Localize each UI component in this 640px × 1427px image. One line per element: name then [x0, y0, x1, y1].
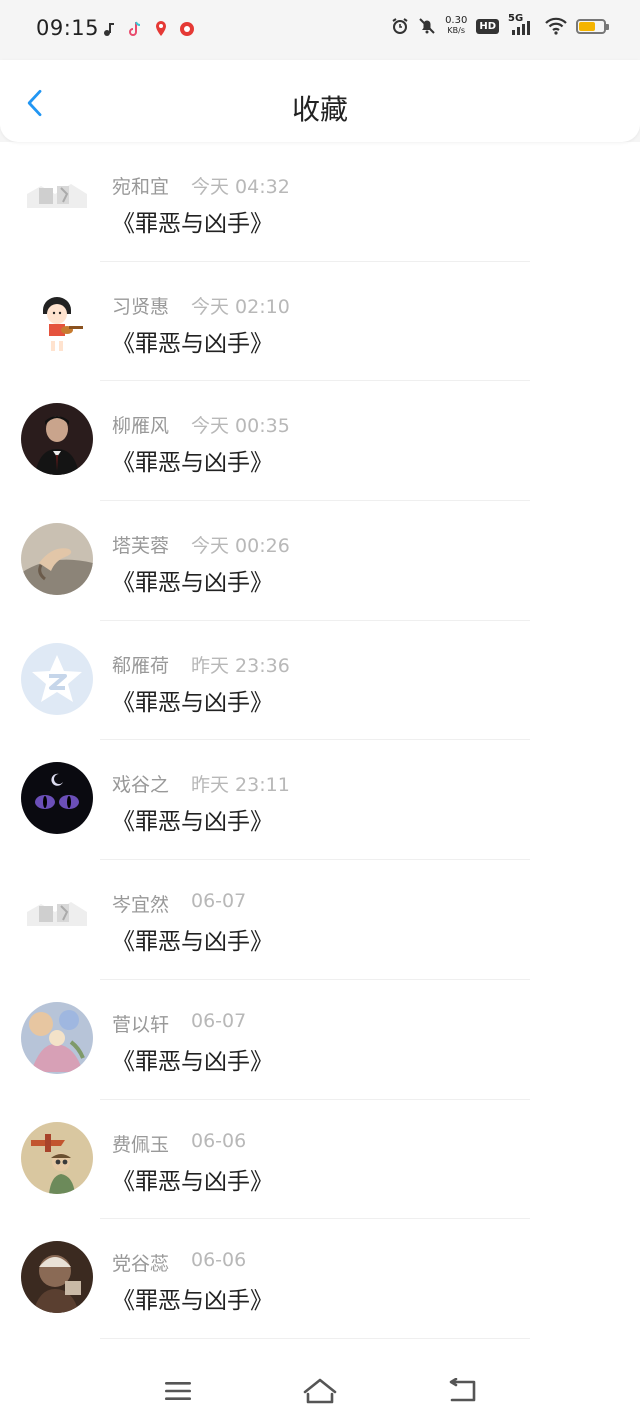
item-title[interactable]: 《罪恶与凶手》 [112, 204, 273, 238]
favorites-list: 宛和宜 今天 04:32 《罪恶与凶手》 习贤惠 今天 02:10 《罪恶与凶手… [0, 142, 640, 1339]
avatar[interactable] [21, 1001, 93, 1074]
item-time: 今天 00:26 [191, 535, 290, 558]
divider [100, 1337, 530, 1339]
colorful-art-avatar [21, 1001, 93, 1074]
user-name: 柳雁风 [112, 415, 170, 438]
map-pin-icon [156, 21, 166, 36]
menu-button[interactable] [158, 1371, 198, 1411]
list-item[interactable]: 塔芙蓉 今天 00:26 《罪恶与凶手》 [0, 501, 640, 621]
avatar[interactable] [21, 762, 93, 835]
item-title[interactable]: 《罪恶与凶手》 [112, 443, 273, 477]
bell-muted-icon [419, 18, 435, 34]
avatar[interactable] [21, 403, 93, 476]
item-time: 06-06 [191, 1129, 247, 1152]
item-title[interactable]: 《罪恶与凶手》 [112, 324, 273, 358]
avatar[interactable] [21, 1241, 93, 1314]
hd-badge: HD [476, 18, 499, 34]
status-time: 09:15 [36, 16, 100, 40]
signal-5g: 5G [508, 13, 536, 36]
back-nav-button[interactable] [442, 1371, 482, 1411]
broken-image-avatar [21, 164, 93, 236]
user-name: 习贤惠 [112, 295, 170, 318]
avatar[interactable] [21, 164, 93, 236]
list-item[interactable]: 菅以轩 06-07 《罪恶与凶手》 [0, 980, 640, 1100]
music-note-icon [104, 23, 114, 36]
tiktok-icon [129, 21, 141, 36]
app-badge-icon [180, 22, 194, 36]
item-time: 今天 04:32 [191, 176, 290, 198]
user-name: 郗雁荷 [112, 654, 170, 677]
list-item[interactable]: 戏谷之 昨天 23:11 《罪恶与凶手》 [0, 740, 640, 861]
qzone-star-avatar [21, 642, 93, 715]
avatar[interactable] [21, 642, 93, 715]
list-item[interactable]: 党谷蕊 06-06 《罪恶与凶手》 [0, 1219, 640, 1339]
list-item[interactable]: 宛和宜 今天 04:32 《罪恶与凶手》 [0, 142, 640, 262]
page-title: 收藏 [291, 93, 348, 126]
network-speed: 0.30 KB/s [445, 16, 467, 36]
notification-icons [100, 20, 196, 38]
item-time: 昨天 23:11 [191, 774, 290, 797]
item-title[interactable]: 《罪恶与凶手》 [112, 683, 273, 717]
system-nav-bar [0, 1355, 640, 1427]
user-name: 戏谷之 [112, 774, 170, 797]
cat-eyes-avatar [21, 762, 93, 835]
list-item[interactable]: 郗雁荷 昨天 23:36 《罪恶与凶手》 [0, 621, 640, 741]
net-speed-value: 0.30 [445, 15, 468, 26]
avatar[interactable] [21, 283, 93, 356]
user-name: 费佩玉 [112, 1133, 170, 1156]
list-item[interactable]: 岑宜然 06-07 《罪恶与凶手》 [0, 860, 640, 980]
sepia-photo-avatar [21, 1241, 93, 1314]
item-title[interactable]: 《罪恶与凶手》 [112, 563, 273, 597]
back-icon [449, 1378, 476, 1402]
item-title[interactable]: 《罪恶与凶手》 [112, 1162, 273, 1196]
list-item[interactable]: 柳雁风 今天 00:35 《罪恶与凶手》 [0, 381, 640, 502]
item-time: 06-06 [191, 1249, 247, 1272]
item-time: 06-07 [191, 890, 247, 913]
battery-level [579, 21, 596, 31]
item-time: 06-07 [191, 1009, 247, 1032]
toy-plane-avatar [21, 1121, 93, 1194]
avatar[interactable] [21, 882, 93, 955]
user-name: 宛和宜 [112, 176, 170, 198]
header: 收藏 [0, 60, 640, 142]
item-title[interactable]: 《罪恶与凶手》 [112, 1042, 273, 1076]
user-name: 党谷蕊 [112, 1253, 170, 1276]
home-button[interactable] [300, 1371, 340, 1411]
signal-bars-icon [512, 21, 530, 35]
cartoon-girl-avatar [21, 283, 93, 356]
hand-photo-avatar [21, 523, 93, 596]
broken-image-avatar [21, 882, 93, 955]
menu-icon [165, 1382, 191, 1400]
user-name: 菅以轩 [112, 1013, 170, 1036]
list-item[interactable]: 费佩玉 06-06 《罪恶与凶手》 [0, 1100, 640, 1220]
item-title[interactable]: 《罪恶与凶手》 [112, 1281, 273, 1315]
item-title[interactable]: 《罪恶与凶手》 [112, 922, 273, 956]
item-time: 今天 02:10 [191, 295, 290, 318]
user-name: 岑宜然 [112, 894, 170, 917]
list-item[interactable]: 习贤惠 今天 02:10 《罪恶与凶手》 [0, 262, 640, 382]
status-right-icons: 0.30 KB/s HD 5G [391, 13, 609, 36]
item-time: 昨天 23:36 [191, 654, 290, 677]
status-bar: 09:15 0.30 KB/s HD 5G [0, 0, 640, 60]
alarm-icon [392, 18, 408, 34]
avatar[interactable] [21, 523, 93, 596]
home-icon [303, 1378, 337, 1404]
avatar[interactable] [21, 1121, 93, 1194]
dark-portrait-avatar [21, 403, 93, 476]
net-speed-unit: KB/s [447, 26, 465, 35]
battery-icon [576, 18, 609, 34]
item-title[interactable]: 《罪恶与凶手》 [112, 802, 273, 836]
item-time: 今天 00:35 [191, 415, 290, 438]
user-name: 塔芙蓉 [112, 535, 170, 558]
wifi-icon [545, 17, 567, 35]
header-card: 收藏 [0, 60, 640, 142]
